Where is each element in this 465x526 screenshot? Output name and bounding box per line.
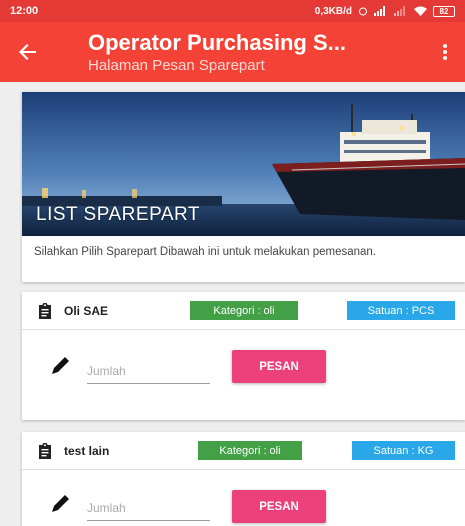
app-toolbar: Operator Purchasing S... Halaman Pesan S… [0,22,465,82]
unit-badge: Satuan : KG [352,441,455,460]
back-button[interactable] [0,22,56,82]
hero-image: LIST SPAREPART [22,92,465,236]
sparepart-card: test lain Kategori : oli Satuan : KG PES… [22,432,465,526]
sparepart-card-header: test lain Kategori : oli Satuan : KG [22,432,465,470]
sparepart-card-header: Oli SAE Kategori : oli Satuan : PCS [22,292,465,330]
clipboard-icon [39,442,51,459]
order-button[interactable]: PESAN [232,350,326,383]
category-badge: Kategori : oli [190,301,298,320]
more-vert-icon [443,44,447,60]
quantity-input[interactable] [87,498,210,521]
sparepart-name: test lain [64,443,110,458]
wifi-icon [414,6,427,16]
battery-indicator: 82 [433,5,455,17]
network-speed: 0,3KB/d [314,5,352,17]
hero-description: Silahkan Pilih Sparepart Dibawah ini unt… [34,246,377,258]
signal-2-icon [394,6,405,16]
sparepart-name: Oli SAE [64,303,109,318]
arrow-back-icon [19,44,36,60]
toolbar-titles: Operator Purchasing S... Halaman Pesan S… [56,30,425,74]
overflow-menu-button[interactable] [425,22,465,82]
alarm-icon [359,7,367,16]
status-time: 12:00 [10,5,39,17]
sparepart-card-body: PESAN [22,470,465,526]
hero-caption: LIST SPAREPART [36,204,200,225]
clipboard-icon [39,302,51,319]
sparepart-card-body: PESAN [22,330,465,420]
page-title: Operator Purchasing S... [88,30,346,55]
status-bar: 12:00 0,3KB/d 82 [0,0,465,22]
pencil-icon [52,495,69,512]
status-icons: 0,3KB/d 82 [314,5,455,17]
signal-icon [374,6,385,16]
hero-card: LIST SPAREPART Silahkan Pilih Sparepart … [22,92,465,282]
category-badge: Kategori : oli [198,441,302,460]
unit-badge: Satuan : PCS [347,301,455,320]
sparepart-card: Oli SAE Kategori : oli Satuan : PCS PESA… [22,292,465,420]
page-subtitle: Halaman Pesan Sparepart [88,57,265,74]
order-button[interactable]: PESAN [232,490,326,523]
pencil-icon [52,357,69,374]
quantity-input[interactable] [87,361,210,384]
